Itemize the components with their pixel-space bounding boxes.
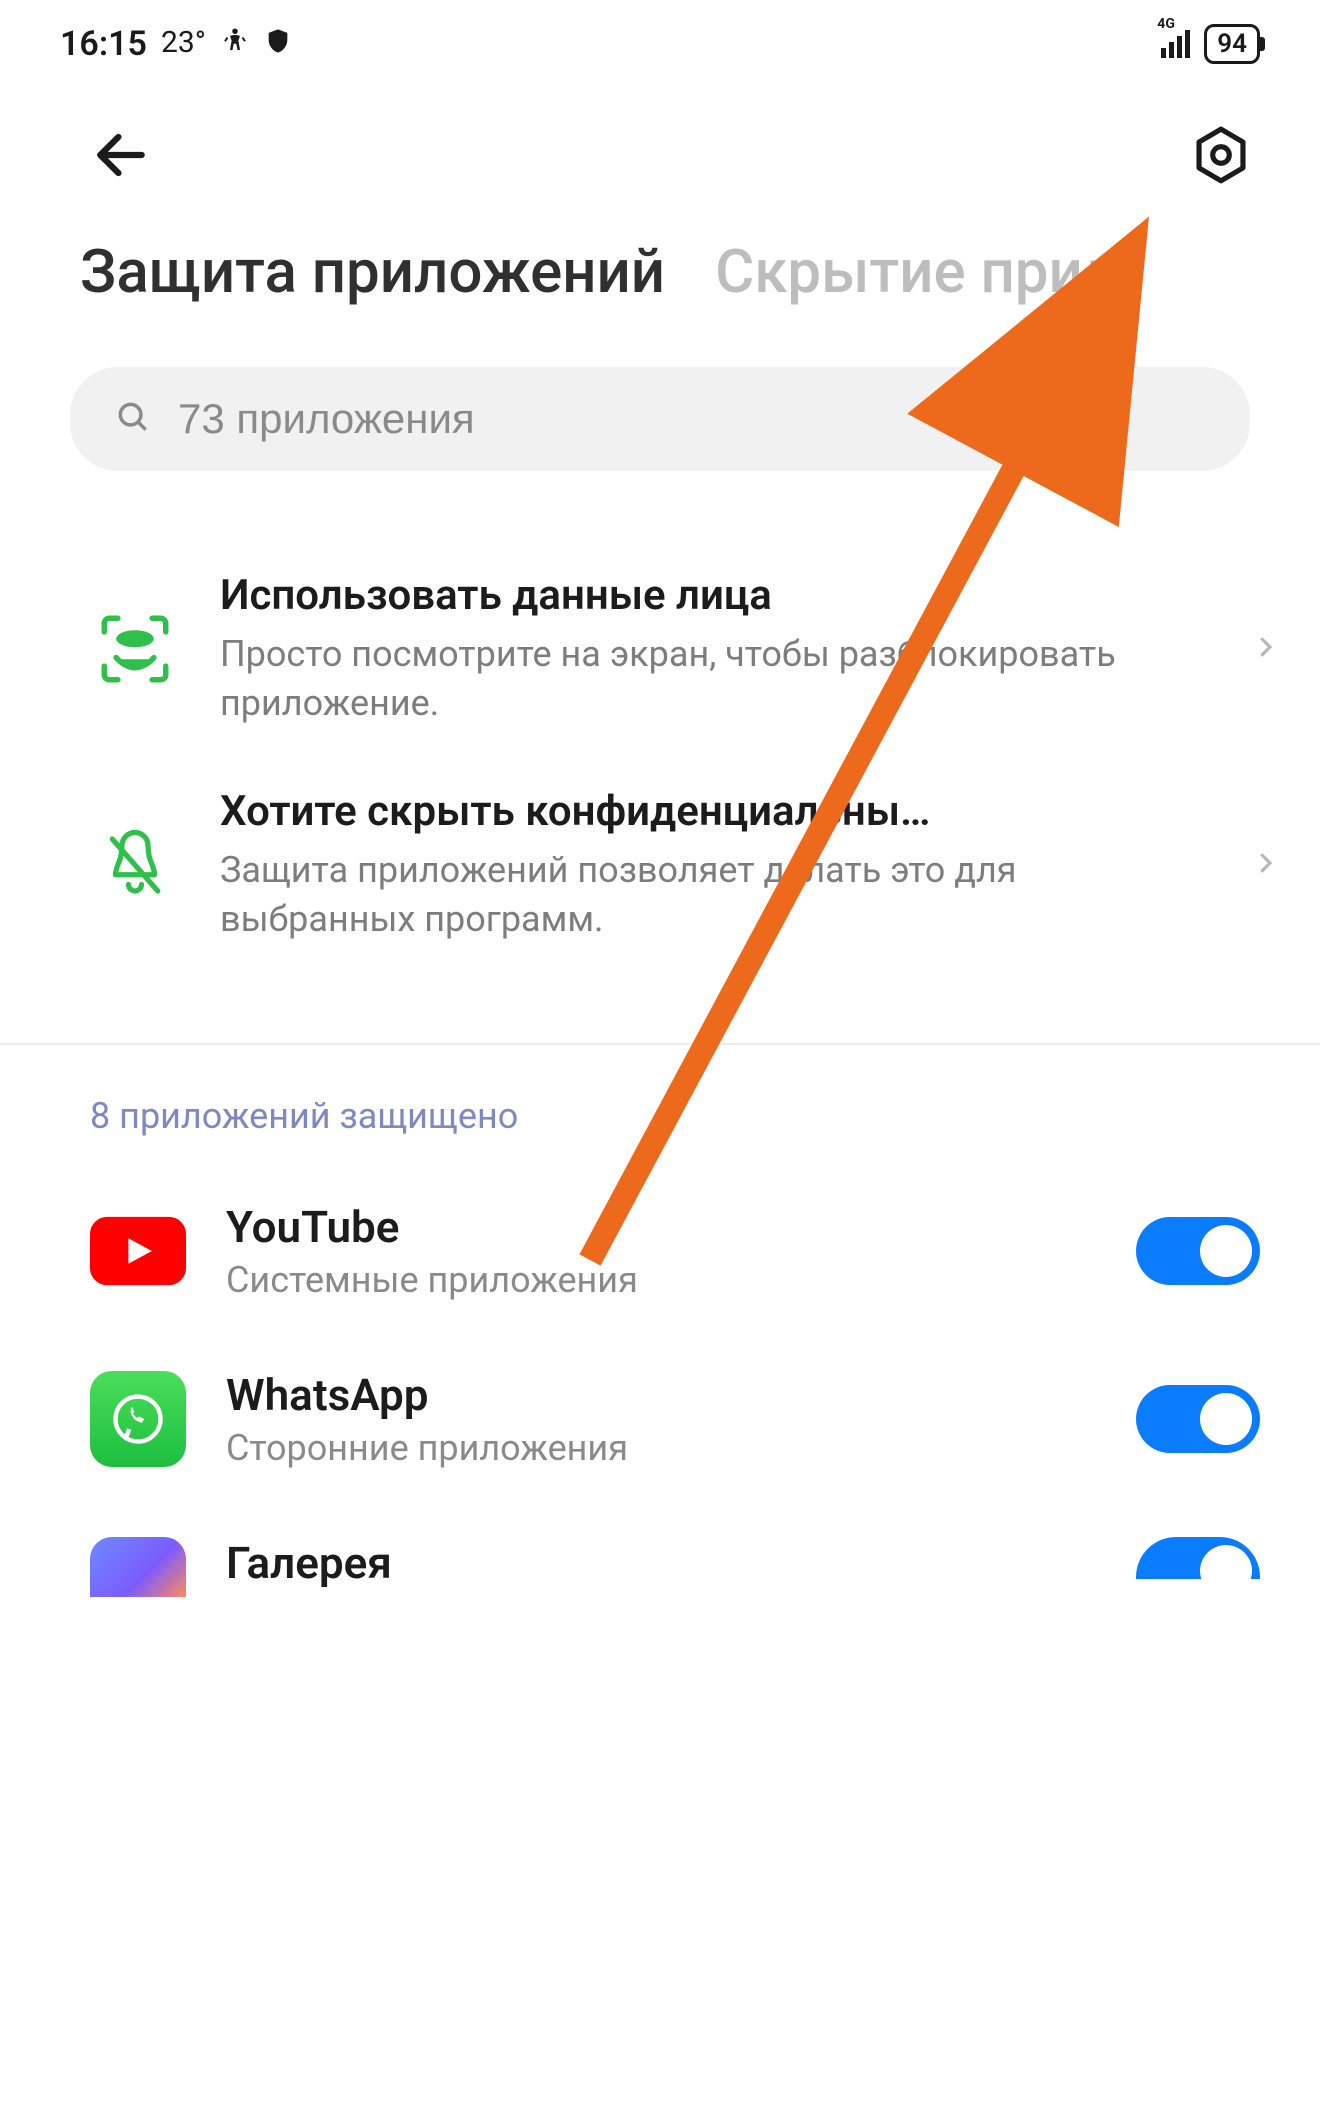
activity-icon	[220, 24, 250, 64]
divider	[0, 1043, 1320, 1045]
tab-bar: Защита приложений Скрытие прил	[0, 216, 1320, 337]
face-unlock-icon	[90, 604, 180, 694]
app-list: YouTube Системные приложения WhatsApp Ст…	[0, 1157, 1320, 1597]
app-category: Системные приложения	[226, 1259, 1096, 1301]
chevron-right-icon	[1250, 841, 1290, 889]
toggle-whatsapp[interactable]	[1136, 1385, 1260, 1453]
feature-title: Использовать данные лица	[220, 571, 1210, 620]
app-row-whatsapp[interactable]: WhatsApp Сторонние приложения	[90, 1335, 1260, 1503]
shield-icon	[264, 24, 292, 64]
section-protected-label: 8 приложений защищено	[0, 1095, 1320, 1157]
feature-desc: Защита приложений позволяет делать это д…	[220, 846, 1210, 943]
status-left: 16:15 23°	[60, 24, 292, 64]
status-time: 16:15	[60, 24, 147, 64]
status-temp: 23°	[161, 25, 206, 60]
app-text: Галерея	[226, 1537, 1096, 1595]
search-box[interactable]	[70, 367, 1250, 471]
toggle-youtube[interactable]	[1136, 1217, 1260, 1285]
battery-icon: 94	[1204, 24, 1260, 64]
tab-hide-apps[interactable]: Скрытие прил	[715, 236, 1117, 307]
bell-off-icon	[90, 820, 180, 910]
status-bar: 16:15 23° 4G 94	[0, 0, 1320, 74]
app-name: YouTube	[226, 1201, 1096, 1253]
toggle-gallery[interactable]	[1136, 1537, 1260, 1579]
whatsapp-icon	[90, 1371, 186, 1467]
app-row-youtube[interactable]: YouTube Системные приложения	[90, 1167, 1260, 1335]
feature-desc: Просто посмотрите на экран, чтобы разбло…	[220, 630, 1210, 727]
feature-text: Использовать данные лица Просто посмотри…	[220, 571, 1210, 727]
feature-text: Хотите скрыть конфиденциальны… Защита пр…	[220, 787, 1210, 943]
app-text: YouTube Системные приложения	[226, 1201, 1096, 1301]
youtube-icon	[90, 1203, 186, 1299]
status-right: 4G 94	[1161, 24, 1260, 64]
search-icon	[114, 398, 152, 440]
app-name: WhatsApp	[226, 1369, 1096, 1421]
search-input[interactable]	[178, 395, 1206, 443]
network-icon: 4G	[1161, 30, 1190, 58]
feature-face-unlock[interactable]: Использовать данные лица Просто посмотри…	[90, 541, 1290, 757]
app-name: Галерея	[226, 1537, 1096, 1589]
gallery-icon	[90, 1537, 186, 1597]
feature-title: Хотите скрыть конфиденциальны…	[220, 787, 1210, 836]
back-button[interactable]	[90, 124, 152, 186]
app-row-gallery[interactable]: Галерея	[90, 1503, 1260, 1597]
app-category: Сторонние приложения	[226, 1427, 1096, 1469]
app-text: WhatsApp Сторонние приложения	[226, 1369, 1096, 1469]
tab-app-lock[interactable]: Защита приложений	[80, 236, 665, 307]
chevron-right-icon	[1250, 625, 1290, 673]
feature-hide-notifications[interactable]: Хотите скрыть конфиденциальны… Защита пр…	[90, 757, 1290, 973]
feature-list: Использовать данные лица Просто посмотри…	[0, 481, 1320, 1013]
nav-bar	[0, 74, 1320, 216]
battery-level: 94	[1217, 29, 1247, 59]
settings-button[interactable]	[1190, 124, 1252, 186]
